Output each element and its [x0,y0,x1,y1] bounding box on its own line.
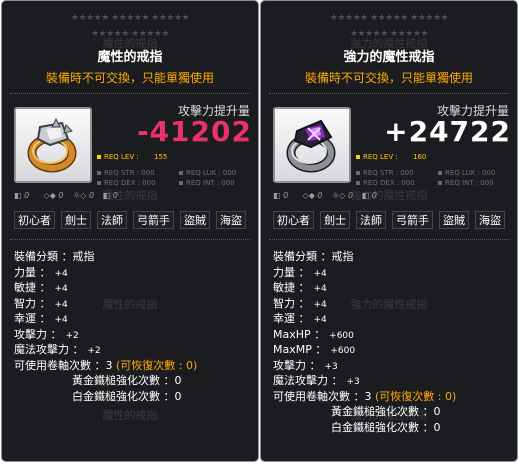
stat-dex: 敏捷 ： +4 [14,281,68,294]
star-rating-row-1: ★★★★★ ★★★★★ ★★★★★ [70,13,190,23]
req-luk: REQ LUK :000 [179,169,236,177]
slot-1-icon: ◧ 0 [14,191,30,200]
slot-icons-row: ◧ 0 ◇◆ 0 ☼◇ 0 ◧ 0 [14,191,130,200]
stat-dex: 敏捷 ： +4 [273,281,327,294]
slot-2-icon: ◇◆ 0 [43,191,64,200]
job-warrior: 劍士 [61,211,91,229]
slot-3-icon: ☼◇ 0 [73,191,95,200]
job-thief: 盜賊 [180,211,210,229]
item-title: 魔性的戒指 [97,50,163,65]
divider [269,239,509,240]
req-str: REQ STR :000 [97,169,155,177]
slot-icons-row: ◧ 0 ◇◆ 0 ☼◇ 0 ◧ 0 [273,191,389,200]
stat-attack: 攻擊力 ： +3 [273,358,338,372]
job-warrior: 劍士 [320,211,350,229]
stat-luk: 幸運 ： +4 [14,312,68,325]
job-list: 初心者 劍士 法師 弓箭手 盜賊 海盜 [273,211,505,231]
req-int: REQ INT :000 [438,179,494,187]
stat-luk: 幸運 ： +4 [273,312,327,325]
job-magician: 法師 [356,211,386,229]
req-level-value: 160 [413,153,427,161]
divider [10,93,250,94]
attack-change-value: -41202 [136,115,252,148]
req-str: REQ STR :000 [356,169,414,177]
stat-gold-hammer: 黃金鐵槌強化次數 ：0 [72,374,182,387]
stat-str: 力量 ： +4 [273,265,327,279]
stat-attack: 攻擊力 ： +2 [14,327,79,341]
tooltip-right-ring: 強力的魔性戒指 強力的魔性戒指 強力的魔性戒指 強力的魔性戒指 ★★★★★ ★★… [260,0,518,462]
stat-category: 裝備分類 ：戒指 [14,250,95,263]
gold-silver-ring-icon [27,117,77,173]
stat-magic-attack: 魔法攻擊力 ： +2 [14,343,101,356]
stat-gold-hammer: 黃金鐵槌強化次數 ：0 [331,405,441,418]
slot-4-icon: ◧ 0 [102,191,118,200]
req-level: REQ LEV : 160 [356,153,426,161]
stat-scroll-slots: 可使用卷軸次數 ：3 (可恢復次數 : 0) [14,358,198,372]
job-list: 初心者 劍士 法師 弓箭手 盜賊 海盜 [14,211,246,231]
req-luk: REQ LUK :000 [438,169,495,177]
item-icon-box [273,107,351,183]
stat-list: 裝備分類 ：戒指 力量 ： +4 敏捷 ： +4 智力 ： +4 幸運 ： +4 Max… [273,249,509,435]
req-level-label: REQ LEV : [104,153,139,161]
stat-platinum-hammer: 白金鐵槌強化次數 ：0 [72,389,182,403]
req-dex: REQ DEX :000 [356,179,415,187]
req-bullet-icon [97,155,101,159]
req-bullet-icon [356,155,360,159]
slot-2-icon: ◇◆ 0 [302,191,323,200]
job-magician: 法師 [97,211,127,229]
divider [10,239,250,240]
stat-max-hp: MaxHP ： +600 [273,327,354,341]
slot-1-icon: ◧ 0 [273,191,289,200]
stat-int: 智力 ： +4 [14,296,68,310]
stat-list: 裝備分類 ：戒指 力量 ： +4 敏捷 ： +4 智力 ： +4 幸運 ： +4 攻擊力… [14,249,250,404]
stat-str: 力量 ： +4 [14,265,68,279]
req-dex: REQ DEX :000 [97,179,156,187]
job-pirate: 海盜 [216,211,246,229]
divider [269,93,509,94]
purple-gem-ring-icon [286,119,336,173]
attack-change-value: +24722 [384,115,511,148]
stat-platinum-hammer: 白金鐵槌強化次數 ：0 [331,420,441,434]
stat-category: 裝備分類 ：戒指 [273,250,354,263]
stat-scroll-slots: 可使用卷軸次數 ：3 (可恢復次數 : 0) [273,389,457,403]
slot-3-icon: ☼◇ 0 [332,191,354,200]
req-level: REQ LEV : 155 [97,153,167,161]
item-title: 強力的魔性戒指 [343,50,435,65]
job-bowman: 弓箭手 [392,211,433,229]
ghost-title-bottom: 魔性的戒指 [102,409,158,422]
stat-max-mp: MaxMP ： +600 [273,343,356,356]
star-rating-row-2: ★★★★★ ★★★★★ [349,29,429,39]
star-rating-row-1: ★★★★★ ★★★★★ ★★★★★ [329,13,449,23]
job-pirate: 海盜 [475,211,505,229]
stat-magic-attack: 魔法攻擊力 ： +3 [273,374,360,387]
req-level-value: 155 [154,153,168,161]
star-rating-row-2: ★★★★★ ★★★★★ [90,29,170,39]
req-int: REQ INT :000 [179,179,235,187]
job-thief: 盜賊 [439,211,469,229]
trade-restriction: 裝備時不可交換，只能單獨使用 [45,71,214,85]
trade-restriction: 裝備時不可交換，只能單獨使用 [304,71,473,85]
slot-4-icon: ◧ 0 [361,191,377,200]
item-icon-box [14,107,92,183]
tooltip-left-ring: 魔性的戒指 魔性的戒指 魔性的戒指 魔性的戒指 ★★★★★ ★★★★★ ★★★★… [1,0,259,462]
job-beginner: 初心者 [14,211,55,229]
stat-int: 智力 ： +4 [273,296,327,310]
job-beginner: 初心者 [273,211,314,229]
req-level-label: REQ LEV : [363,153,398,161]
job-bowman: 弓箭手 [133,211,174,229]
